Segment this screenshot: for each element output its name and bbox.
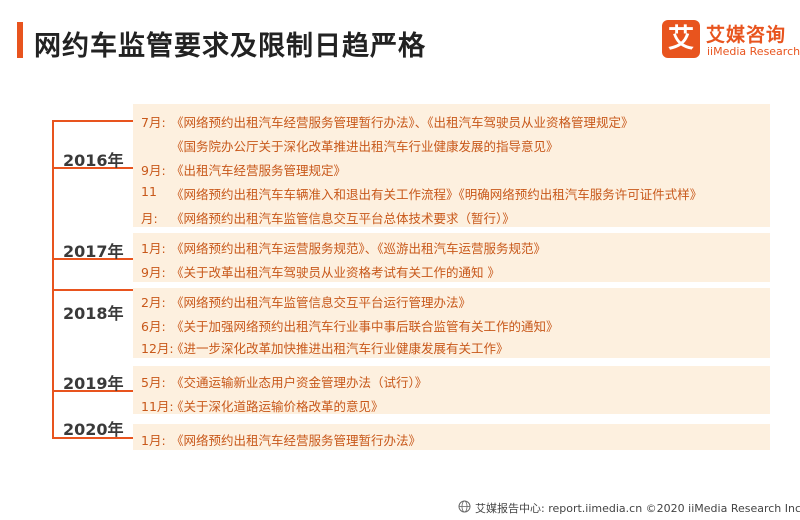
policy-month: 11 bbox=[141, 184, 157, 199]
year-label-2017: 2017年 bbox=[63, 242, 124, 261]
policy-item: 《关于改革出租汽车驾驶员从业资格考试有关工作的通知 》 bbox=[171, 265, 500, 280]
footer-source[interactable]: 艾媒报告中心: report.iimedia.cn ©2020 iiMedia … bbox=[475, 500, 800, 516]
policy-item: 《国务院办公厅关于深化改革推进出租汽车行业健康发展的指导意见》 bbox=[171, 139, 559, 154]
policy-month: 9月: bbox=[141, 265, 166, 280]
year-label-2016: 2016年 bbox=[63, 151, 124, 170]
policy-month: 12月: bbox=[141, 341, 174, 356]
policy-timeline: 2016年 7月: 《网络预约出租汽车经营服务管理暂行办法》、《出租汽车驾驶员从… bbox=[0, 0, 800, 520]
policy-month: 月: bbox=[141, 211, 158, 226]
policy-item: 《交通运输新业态用户资金管理办法（试行）》 bbox=[171, 375, 428, 390]
policy-item: 《网络预约出租汽车监管信息交互平台总体技术要求（暂行）》 bbox=[171, 211, 515, 226]
policy-item: 《关于加强网络预约出租汽车行业事中事后联合监管有关工作的通知》 bbox=[171, 319, 559, 334]
year-label-2019: 2019年 bbox=[63, 374, 124, 393]
policy-item: 《出租汽车经营服务管理规定》 bbox=[171, 163, 347, 178]
policy-month: 11月: bbox=[141, 399, 174, 414]
policy-item: 《网络预约出租汽车经营服务管理暂行办法》、《出租汽车驾驶员从业资格管理规定》 bbox=[171, 115, 634, 130]
policy-month: 1月: bbox=[141, 433, 166, 448]
policy-item: 《网络预约出租汽车监管信息交互平台运行管理办法》 bbox=[171, 295, 472, 310]
policy-month: 9月: bbox=[141, 163, 166, 178]
year-label-2020: 2020年 bbox=[63, 420, 124, 439]
year-label-2018: 2018年 bbox=[63, 304, 124, 323]
globe-icon bbox=[458, 500, 471, 513]
policy-month: 5月: bbox=[141, 375, 166, 390]
policy-month: 7月: bbox=[141, 115, 166, 130]
policy-item: 《网络预约出租汽车运营服务规范》、《巡游出租汽车运营服务规范》 bbox=[171, 241, 547, 256]
policy-item: 《关于深化道路运输价格改革的意见》 bbox=[171, 399, 384, 414]
policy-item: 《网络预约出租汽车车辆准入和退出有关工作流程》《明确网络预约出租汽车服务许可证件… bbox=[171, 187, 703, 202]
policy-month: 6月: bbox=[141, 319, 166, 334]
policy-month: 2月: bbox=[141, 295, 166, 310]
policy-item: 《进一步深化改革加快推进出租汽车行业健康发展有关工作》 bbox=[171, 341, 509, 356]
timeline-connector bbox=[52, 289, 133, 291]
policy-item: 《网络预约出租汽车经营服务管理暂行办法》 bbox=[171, 433, 422, 448]
policy-month: 1月: bbox=[141, 241, 166, 256]
timeline-connector bbox=[52, 120, 133, 122]
